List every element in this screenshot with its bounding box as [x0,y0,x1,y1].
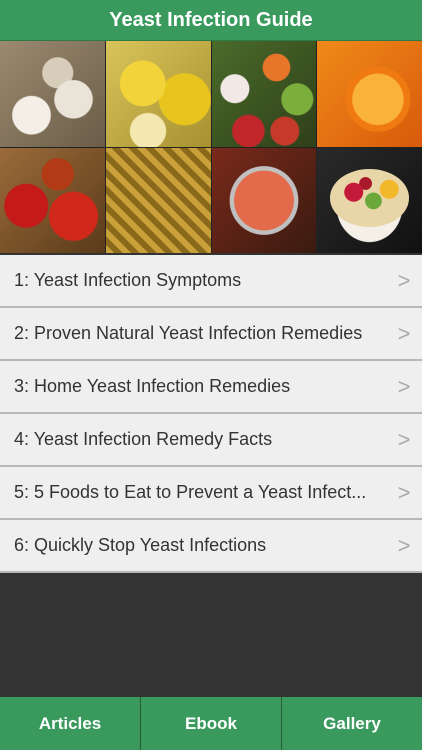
list-item-label: 6: Quickly Stop Yeast Infections [14,535,267,555]
fruit-salad-image [317,147,422,253]
lemons-image [105,41,211,147]
banner-image-grid [0,41,422,253]
list-item-label: 1: Yeast Infection Symptoms [14,270,242,290]
grapefruit-image [211,147,317,253]
list-item-label: 4: Yeast Infection Remedy Facts [14,429,273,449]
chevron-right-icon: > [397,532,411,558]
tab-ebook[interactable]: Ebook [140,697,281,750]
chevron-right-icon: > [397,426,411,452]
article-list: 1: Yeast Infection Symptoms > 2: Proven … [0,255,422,573]
yogurt-fruit-image [211,41,317,147]
bottom-tab-bar: Articles Ebook Gallery [0,697,422,750]
list-item[interactable]: 3: Home Yeast Infection Remedies > [0,361,422,414]
list-item-label: 2: Proven Natural Yeast Infection Remedi… [14,323,363,343]
list-item[interactable]: 4: Yeast Infection Remedy Facts > [0,414,422,467]
orange-image [317,41,422,147]
tab-articles[interactable]: Articles [0,697,140,750]
list-item[interactable]: 5: 5 Foods to Eat to Prevent a Yeast Inf… [0,467,422,520]
chevron-right-icon: > [397,479,411,505]
pineapples-image [105,147,211,253]
chevron-right-icon: > [397,373,411,399]
chevron-right-icon: > [397,320,411,346]
tab-gallery[interactable]: Gallery [281,697,422,750]
list-item[interactable]: 6: Quickly Stop Yeast Infections > [0,520,422,573]
list-item[interactable]: 1: Yeast Infection Symptoms > [0,255,422,308]
list-item-label: 3: Home Yeast Infection Remedies [14,376,291,396]
list-item-label: 5: 5 Foods to Eat to Prevent a Yeast Inf… [14,482,367,502]
page-title: Yeast Infection Guide [109,8,313,31]
list-item[interactable]: 2: Proven Natural Yeast Infection Remedi… [0,308,422,361]
garlic-image [0,41,105,147]
chevron-right-icon: > [397,267,411,293]
title-bar: Yeast Infection Guide [0,0,422,41]
apples-image [0,147,105,253]
